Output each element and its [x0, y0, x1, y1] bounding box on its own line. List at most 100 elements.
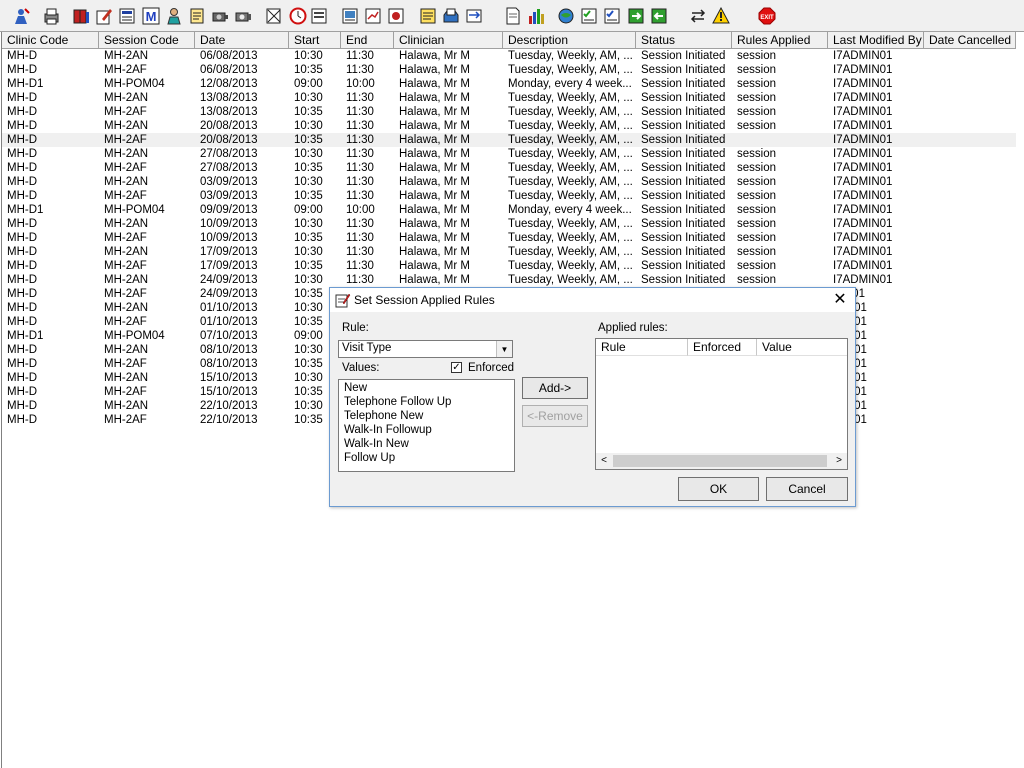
applied-col-value[interactable]: Value [757, 339, 847, 356]
camera-alt-icon[interactable] [233, 5, 253, 26]
values-list[interactable]: New Telephone Follow Up Telephone New Walk-… [338, 379, 515, 472]
scrollbar-thumb[interactable] [613, 455, 827, 467]
list-item[interactable]: New [339, 381, 514, 395]
green-arrow-alt-icon[interactable] [649, 5, 669, 26]
column-header-last-modified-by[interactable]: Last Modified By [828, 32, 924, 49]
form-icon[interactable] [309, 5, 329, 26]
column-header-date[interactable]: Date [195, 32, 289, 49]
camera-icon[interactable] [210, 5, 230, 26]
cell-last-modified-by: I7ADMIN01 [833, 176, 893, 188]
table-row[interactable]: MH-D MH-2AF 20/08/2013 10:35 11:30 Halawa, Mr… [2, 133, 1016, 147]
column-header-end[interactable]: End [341, 32, 394, 49]
table-row[interactable]: MH-D MH-2AF 10/09/2013 10:35 11:30 Halawa, Mr… [2, 231, 1016, 245]
print-icon[interactable] [41, 5, 61, 26]
image-icon[interactable] [340, 5, 360, 26]
globe-search-icon[interactable] [556, 5, 576, 26]
cell-last-modified-by: I7ADMIN01 [833, 106, 893, 118]
cell-date: 27/08/2013 [200, 148, 258, 160]
column-header-description[interactable]: Description [503, 32, 636, 49]
cell-status: Session Initiated [641, 148, 726, 160]
close-icon[interactable]: ✕ [831, 291, 849, 309]
clock-icon[interactable] [288, 5, 308, 26]
column-header-start[interactable]: Start [289, 32, 341, 49]
column-header-clinician[interactable]: Clinician [394, 32, 503, 49]
cell-date: 03/09/2013 [200, 190, 258, 202]
note-icon[interactable] [418, 5, 438, 26]
scroll-left-icon[interactable]: < [596, 453, 612, 469]
list-item[interactable]: Telephone Follow Up [339, 395, 514, 409]
column-header-status[interactable]: Status [636, 32, 732, 49]
applied-col-rule[interactable]: Rule [596, 339, 688, 356]
rule-select[interactable]: Visit Type ▼ [338, 340, 513, 358]
list-item[interactable]: Telephone New [339, 409, 514, 423]
table-row[interactable]: MH-D MH-2AF 27/08/2013 10:35 11:30 Halawa, Mr… [2, 161, 1016, 175]
user-tools-icon[interactable] [11, 5, 31, 26]
table-row[interactable]: MH-D1 MH-POM04 09/09/2013 09:00 10:00 Halawa,… [2, 203, 1016, 217]
add-button[interactable]: Add-> [522, 377, 588, 399]
cell-date-cancelled [924, 259, 1016, 273]
warning-icon[interactable] [711, 5, 731, 26]
scroll-right-icon[interactable]: > [831, 453, 847, 469]
bar-chart-icon[interactable] [526, 5, 546, 26]
cell-end: 11:30 [346, 260, 374, 272]
table-row[interactable]: MH-D MH-2AN 06/08/2013 10:30 11:30 Halawa, Mr… [2, 49, 1016, 63]
cell-description: Tuesday, Weekly, AM, ... [508, 190, 633, 202]
scan-icon[interactable] [264, 5, 284, 26]
table-row[interactable]: MH-D MH-2AN 17/09/2013 10:30 11:30 Halawa, Mr… [2, 245, 1016, 259]
table-row[interactable]: MH-D MH-2AN 13/08/2013 10:30 11:30 Halawa, Mr… [2, 91, 1016, 105]
table-row[interactable]: MH-D MH-2AN 03/09/2013 10:30 11:30 Halawa, Mr… [2, 175, 1016, 189]
person-icon[interactable] [164, 5, 184, 26]
tray-icon[interactable] [441, 5, 461, 26]
cell-status: Session Initiated [641, 162, 726, 174]
books-icon[interactable] [71, 5, 91, 26]
table-row[interactable]: MH-D MH-2AF 06/08/2013 10:35 11:30 Halawa, Mr… [2, 63, 1016, 77]
list-item[interactable]: Walk-In New [339, 437, 514, 451]
table-row[interactable]: MH-D MH-2AF 13/08/2013 10:35 11:30 Halawa, Mr… [2, 105, 1016, 119]
column-header-clinic-code[interactable]: Clinic Code [2, 32, 99, 49]
chevron-down-icon[interactable]: ▼ [496, 341, 512, 357]
cell-date-cancelled [924, 105, 1016, 119]
cell-session-code: MH-2AF [104, 288, 147, 300]
cell-date-cancelled [924, 245, 1016, 259]
cell-rules-applied: session [737, 120, 776, 132]
mail-m-icon[interactable]: M [141, 5, 161, 26]
transfer-icon[interactable] [464, 5, 484, 26]
table-row[interactable]: MH-D MH-2AF 03/09/2013 10:35 11:30 Halawa, Mr… [2, 189, 1016, 203]
checklist-alt-icon[interactable] [602, 5, 622, 26]
checklist-icon[interactable] [579, 5, 599, 26]
ok-button[interactable]: OK [678, 477, 759, 501]
applied-rules-list[interactable]: Rule Enforced Value < > [595, 338, 848, 470]
table-row[interactable]: MH-D MH-2AN 27/08/2013 10:30 11:30 Halawa, Mr… [2, 147, 1016, 161]
table-row[interactable]: MH-D MH-2AN 20/08/2013 10:30 11:30 Halawa, Mr… [2, 119, 1016, 133]
cell-clinician: Halawa, Mr M [399, 162, 470, 174]
document-list-icon[interactable] [117, 5, 137, 26]
table-row[interactable]: MH-D1 MH-POM04 12/08/2013 09:00 10:00 Halawa,… [2, 77, 1016, 91]
green-arrow-icon[interactable] [626, 5, 646, 26]
swap-icon[interactable] [688, 5, 708, 26]
table-row[interactable]: MH-D MH-2AN 24/09/2013 10:30 11:30 Halawa, Mr… [2, 273, 1016, 287]
column-header-date-cancelled[interactable]: Date Cancelled [924, 32, 1016, 49]
cell-session-code: MH-2AN [104, 148, 149, 160]
table-row[interactable]: MH-D MH-2AN 10/09/2013 10:30 11:30 Halawa, Mr… [2, 217, 1016, 231]
notepad-icon[interactable] [187, 5, 207, 26]
table-row[interactable]: MH-D MH-2AF 17/09/2013 10:35 11:30 Halawa, Mr… [2, 259, 1016, 273]
cell-last-modified-by: I7ADMIN01 [833, 246, 893, 258]
chart-form-icon[interactable] [363, 5, 383, 26]
list-item[interactable]: Follow Up [339, 451, 514, 465]
column-header-session-code[interactable]: Session Code [99, 32, 195, 49]
cell-date-cancelled [924, 399, 1016, 413]
globe-form-icon[interactable] [386, 5, 406, 26]
cell-end: 11:30 [346, 134, 374, 146]
cell-date: 08/10/2013 [200, 344, 258, 356]
list-item[interactable]: Walk-In Followup [339, 423, 514, 437]
exit-icon[interactable]: EXIT [757, 5, 777, 26]
cell-rules-applied: session [737, 260, 776, 272]
edit-note-icon[interactable] [94, 5, 114, 26]
cancel-button[interactable]: Cancel [766, 477, 848, 501]
enforced-checkbox[interactable]: ✓ [451, 362, 462, 373]
remove-button[interactable]: <-Remove [522, 405, 588, 427]
applied-col-enforced[interactable]: Enforced [688, 339, 757, 356]
page-icon[interactable] [503, 5, 523, 26]
column-header-rules-applied[interactable]: Rules Applied [732, 32, 828, 49]
horizontal-scrollbar[interactable]: < > [596, 453, 847, 469]
